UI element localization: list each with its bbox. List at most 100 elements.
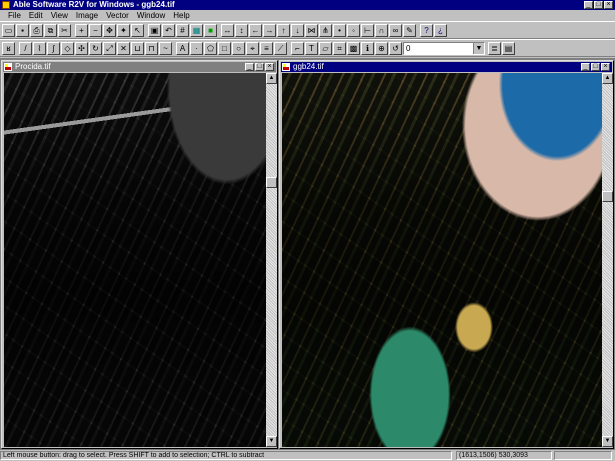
menu-vector[interactable]: Vector [102, 10, 133, 21]
layer-list-icon[interactable]: ≣ [488, 41, 501, 55]
polygon-icon[interactable]: ⬠ [204, 41, 217, 55]
zoom-window-icon[interactable]: ⊕ [375, 41, 388, 55]
draw-polyline-icon[interactable]: ⌇ [33, 41, 46, 55]
grid-icon[interactable]: # [176, 23, 189, 37]
line-v-icon[interactable]: ↕ [235, 23, 248, 37]
layer-select[interactable]: 0 ▼ [403, 41, 485, 55]
raster-icon[interactable]: ▦ [190, 23, 203, 37]
split-icon[interactable]: ⋔ [319, 23, 332, 37]
menubar: File Edit View Image Vector Window Help [0, 10, 615, 21]
arrow-up-icon[interactable]: ↑ [277, 23, 290, 37]
menu-view[interactable]: View [47, 10, 72, 21]
clip-icon[interactable]: ⌗ [333, 41, 346, 55]
close-button[interactable]: × [604, 1, 613, 9]
cursor-icon[interactable]: ⌐ [291, 41, 304, 55]
layer-select-value: 0 [406, 43, 411, 53]
zoom-out-icon[interactable]: − [89, 23, 102, 37]
app-titlebar[interactable]: Able Software R2V for Windows - ggb24.ti… [0, 0, 615, 10]
print-icon[interactable]: ⎙ [30, 23, 43, 37]
line-h-icon[interactable]: ↔ [221, 23, 234, 37]
status-panel [554, 451, 612, 460]
zoom-in-icon[interactable]: + [75, 23, 88, 37]
child-minimize-button[interactable]: _ [245, 63, 254, 71]
layer-icon[interactable]: ≡ [260, 41, 273, 55]
child-window-ggb24[interactable]: ggb24.tif _ □ × ▲ ▼ [279, 60, 614, 449]
child-maximize-button[interactable]: □ [255, 63, 264, 71]
menu-help[interactable]: Help [169, 10, 193, 21]
vectorize-icon[interactable]: ʁ [2, 41, 15, 55]
scroll-up-button[interactable]: ▲ [266, 73, 277, 84]
menu-window[interactable]: Window [133, 10, 169, 21]
child-titlebar[interactable]: ggb24.tif _ □ × [281, 62, 612, 72]
display-icon[interactable]: ▣ [148, 23, 161, 37]
scale-icon[interactable]: ⤢ [103, 41, 116, 55]
rotate-icon[interactable]: ↻ [89, 41, 102, 55]
draw-line-icon[interactable]: / [19, 41, 32, 55]
join-icon[interactable]: ⊔ [131, 41, 144, 55]
point-icon[interactable]: · [190, 41, 203, 55]
minimize-button[interactable]: _ [584, 1, 593, 9]
pan-icon[interactable]: ✥ [103, 23, 116, 37]
child-close-button[interactable]: × [601, 63, 610, 71]
magic-wand-icon[interactable]: ✦ [117, 23, 130, 37]
scroll-down-button[interactable]: ▼ [602, 436, 613, 447]
draw-curve-icon[interactable]: ∫ [47, 41, 60, 55]
refresh-icon[interactable]: ↺ [389, 41, 402, 55]
delete-icon[interactable]: ✕ [117, 41, 130, 55]
circle-icon[interactable]: ○ [232, 41, 245, 55]
status-message: Left mouse button: drag to select. Press… [0, 451, 452, 460]
magnet-icon[interactable]: ∩ [375, 23, 388, 37]
new-icon[interactable]: ▭ [2, 23, 15, 37]
undo-icon[interactable]: ↶ [162, 23, 175, 37]
scroll-thumb[interactable] [602, 191, 613, 202]
break-icon[interactable]: ⊓ [145, 41, 158, 55]
menu-image[interactable]: Image [72, 10, 102, 21]
arrow-down-icon[interactable]: ↓ [291, 23, 304, 37]
vertex-icon[interactable]: ◦ [347, 23, 360, 37]
context-help-icon[interactable]: ¿ [434, 23, 447, 37]
text-tool-icon[interactable]: T [305, 41, 318, 55]
fill-icon[interactable]: ▩ [347, 41, 360, 55]
attribute-icon[interactable]: ℹ [361, 41, 374, 55]
arrow-left-icon[interactable]: ← [249, 23, 262, 37]
arrow-right-icon[interactable]: → [263, 23, 276, 37]
child-maximize-button[interactable]: □ [591, 63, 600, 71]
copy-icon[interactable]: ⧉ [44, 23, 57, 37]
help-icon[interactable]: ? [420, 23, 433, 37]
chevron-down-icon[interactable]: ▼ [473, 42, 484, 54]
measure-icon[interactable]: ⊢ [361, 23, 374, 37]
child-window-procida[interactable]: Procida.tif _ □ × ▲ ▼ [1, 60, 278, 449]
vertical-scrollbar[interactable]: ▲ ▼ [266, 73, 277, 447]
child-close-button[interactable]: × [265, 63, 274, 71]
statusbar: Left mouse button: drag to select. Press… [0, 450, 615, 461]
pen-icon[interactable]: ✎ [403, 23, 416, 37]
link-icon[interactable]: ∞ [389, 23, 402, 37]
cut-icon[interactable]: ✂ [58, 23, 71, 37]
aerial-image-grayscale[interactable] [4, 73, 266, 447]
child-titlebar[interactable]: Procida.tif _ □ × [3, 62, 276, 72]
vertical-scrollbar[interactable]: ▲ ▼ [602, 73, 613, 447]
menu-file[interactable]: File [4, 10, 25, 21]
green-fill-icon[interactable]: ■ [204, 23, 217, 37]
app-icon [2, 1, 10, 9]
child-minimize-button[interactable]: _ [581, 63, 590, 71]
menu-edit[interactable]: Edit [25, 10, 47, 21]
scroll-up-button[interactable]: ▲ [602, 73, 613, 84]
aerial-image-color[interactable] [282, 73, 602, 447]
node-icon[interactable]: • [333, 23, 346, 37]
layer-color-icon[interactable]: ▤ [502, 41, 515, 55]
snap-icon[interactable]: ⌖ [246, 41, 259, 55]
smooth-icon[interactable]: ~ [159, 41, 172, 55]
move-icon[interactable]: ✣ [75, 41, 88, 55]
area-icon[interactable]: ▱ [319, 41, 332, 55]
select-arrow-icon[interactable]: ↖ [131, 23, 144, 37]
scroll-down-button[interactable]: ▼ [266, 436, 277, 447]
rectangle-icon[interactable]: □ [218, 41, 231, 55]
edit-node-icon[interactable]: ◇ [61, 41, 74, 55]
save-icon[interactable]: ▪ [16, 23, 29, 37]
label-icon[interactable]: A [176, 41, 189, 55]
trace-icon[interactable]: ⟋ [274, 41, 287, 55]
maximize-button[interactable]: □ [594, 1, 603, 9]
merge-icon[interactable]: ⋈ [305, 23, 318, 37]
scroll-thumb[interactable] [266, 177, 277, 188]
